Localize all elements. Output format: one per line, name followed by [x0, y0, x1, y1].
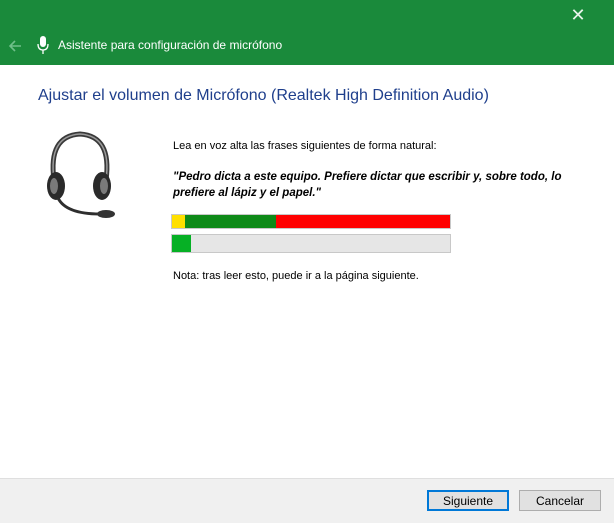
input-level-meter — [171, 234, 451, 253]
volume-scale-meter — [171, 214, 451, 229]
title-bar: ✕ Asistente para configuración de micróf… — [0, 0, 614, 65]
meter-high-segment — [276, 215, 450, 228]
cancel-button[interactable]: Cancelar — [519, 490, 601, 511]
wizard-title: Asistente para configuración de micrófon… — [58, 38, 283, 52]
meter-low-segment — [172, 215, 185, 228]
note-text: Nota: tras leer esto, puede ir a la pági… — [173, 270, 419, 282]
close-icon[interactable]: ✕ — [564, 4, 592, 28]
meter-ok-segment — [185, 215, 276, 228]
headset-icon — [47, 131, 115, 218]
instruction-text: Lea en voz alta las frases siguientes de… — [173, 140, 437, 152]
input-level-fill — [172, 235, 192, 252]
back-arrow-icon[interactable] — [5, 36, 25, 56]
page-heading: Ajustar el volumen de Micrófono (Realtek… — [38, 87, 489, 104]
next-button[interactable]: Siguiente — [427, 490, 509, 511]
wizard-footer: Siguiente Cancelar — [0, 478, 614, 523]
dictation-phrase: "Pedro dicta a este equipo. Prefiere dic… — [173, 171, 562, 199]
microphone-icon — [37, 36, 49, 54]
